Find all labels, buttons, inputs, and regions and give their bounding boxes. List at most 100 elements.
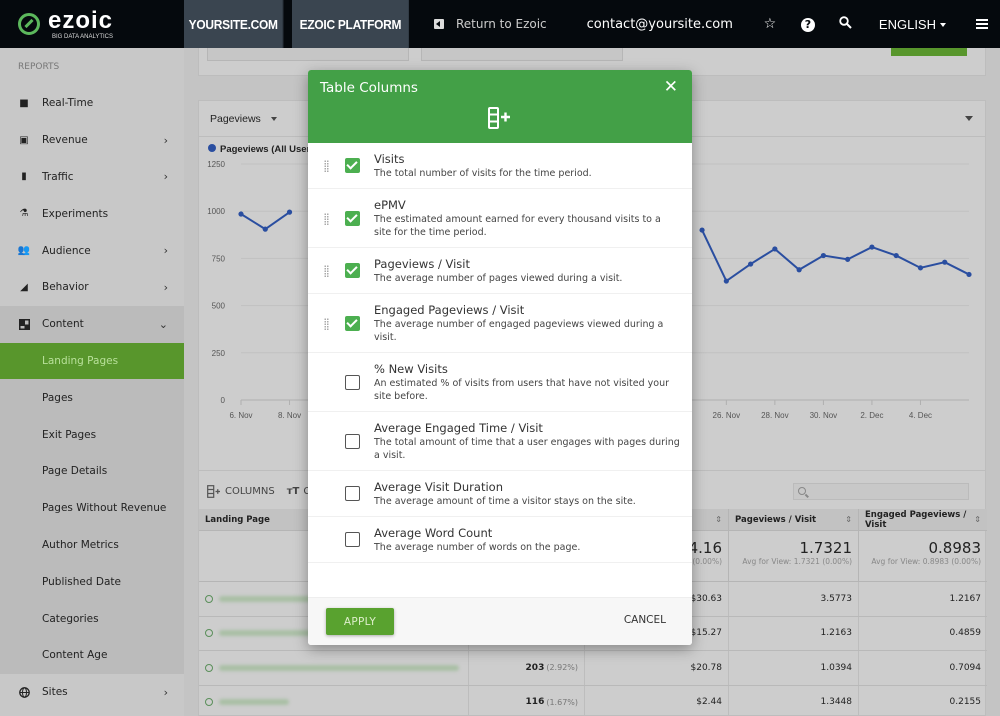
column-option-description: The total number of visits for the time …: [374, 168, 592, 179]
engaged-pageviews-visit-cell: 0.2155: [949, 697, 982, 708]
column-checkbox[interactable]: [345, 210, 360, 226]
language-dropdown[interactable]: ENGLISH: [879, 17, 946, 32]
sidebar-subitem-content-age[interactable]: Content Age: [0, 636, 184, 674]
modal-title: Table Columns: [320, 80, 418, 96]
legend-marker: [208, 144, 216, 152]
chevron-right-icon: ›: [163, 133, 168, 147]
search-button[interactable]: [827, 15, 865, 33]
sidebar-item-sites[interactable]: Sites ›: [0, 673, 184, 711]
table-row[interactable]: 116 (1.67%) $2.44 1.3448 0.2155: [199, 685, 987, 716]
filter-field-1[interactable]: [207, 48, 409, 61]
series-line: [701, 229, 970, 283]
flask-icon: ⚗: [19, 208, 29, 220]
column-checkbox[interactable]: [345, 315, 360, 331]
tab-yoursite[interactable]: YOURSITE.COM: [184, 0, 284, 48]
visits-cell: 116 (1.67%): [469, 685, 585, 716]
sidebar-item-label: Content: [42, 318, 84, 331]
data-point: [723, 278, 729, 284]
data-point: [262, 226, 268, 232]
drag-handle-icon[interactable]: [324, 160, 329, 173]
return-to-ezoic-link[interactable]: Return to Ezoic: [434, 17, 547, 31]
sidebar: REPORTS ■ Real-Time ▣ Revenue › ▮ Traffic › ⚗ Exp…: [0, 48, 184, 716]
sort-icon[interactable]: ⇕: [715, 515, 722, 524]
column-checkbox[interactable]: [345, 433, 360, 449]
logo-name: ezoic: [48, 6, 114, 34]
caret-down-icon: [940, 23, 946, 28]
text-size-icon: ᴛT: [286, 486, 300, 497]
column-checkbox[interactable]: [345, 158, 360, 173]
column-option[interactable]: Average Engaged Time / Visit The total am…: [308, 412, 692, 471]
sidebar-item-real-time[interactable]: ■ Real-Time: [0, 85, 184, 122]
sidebar-item-revenue[interactable]: ▣ Revenue ›: [0, 122, 184, 159]
column-header-engaged-pageviews-visit[interactable]: Engaged Pageviews / Visit ⇕: [859, 509, 987, 530]
sidebar-item-experiments[interactable]: ⚗ Experiments: [0, 195, 184, 232]
sidebar-subitem-categories[interactable]: Categories: [0, 600, 184, 637]
column-checkbox[interactable]: [345, 532, 360, 547]
sidebar-item-content[interactable]: Content ⌄: [0, 305, 184, 343]
sidebar-subitem-pages-without-revenue[interactable]: Pages Without Revenue: [0, 489, 184, 527]
sidebar-subitem-pages[interactable]: Pages: [0, 379, 184, 417]
sort-icon[interactable]: ⇕: [974, 515, 981, 524]
column-option[interactable]: Average Visit Duration The average amount…: [308, 471, 692, 517]
drag-handle-icon[interactable]: [324, 317, 329, 331]
column-options-list[interactable]: Visits The total number of visits for the…: [308, 143, 692, 597]
close-icon[interactable]: ✕: [664, 79, 678, 96]
table-search-input[interactable]: [793, 483, 969, 500]
column-option-description: The average number of words on the page.: [374, 542, 581, 553]
sidebar-item-behavior[interactable]: ◢ Behavior ›: [0, 269, 184, 306]
modal-footer: APPLY CANCEL: [308, 597, 692, 645]
clock-icon: [205, 698, 213, 707]
landing-page-link[interactable]: [219, 664, 459, 671]
column-header-pageviews-visit[interactable]: Pageviews / Visit ⇕: [729, 509, 859, 530]
y-tick-label: 1000: [207, 207, 225, 216]
columns-button[interactable]: COLUMNS: [207, 485, 275, 498]
list-menu-icon[interactable]: [976, 19, 988, 29]
ezoic-logo[interactable]: ezoic BIG DATA ANALYTICS: [0, 0, 184, 48]
filter-apply-button[interactable]: [891, 48, 967, 56]
visits-cell: 203 (2.92%): [469, 651, 585, 685]
apply-button[interactable]: APPLY: [326, 608, 394, 635]
data-point: [942, 259, 948, 265]
account-email[interactable]: contact@yoursite.com: [587, 17, 733, 32]
search-icon: [839, 15, 853, 29]
clock-icon: [205, 663, 213, 672]
x-tick-label: 26. Nov: [713, 411, 741, 420]
sidebar-item-label: Traffic: [42, 170, 74, 183]
sidebar-subitem-landing-pages[interactable]: Landing Pages: [0, 342, 184, 380]
help-button[interactable]: ?: [789, 16, 827, 32]
landing-page-link[interactable]: [219, 699, 289, 706]
column-option[interactable]: Average Word Count The average number of …: [308, 517, 692, 563]
column-checkbox[interactable]: [345, 263, 360, 278]
epmv-cell: $20.78: [585, 651, 729, 685]
filter-field-2[interactable]: [421, 48, 623, 61]
metric-select[interactable]: Pageviews: [210, 113, 261, 125]
column-option-name: Average Engaged Time / Visit: [374, 421, 543, 435]
column-option[interactable]: % New Visits An estimated % of visits fro…: [308, 353, 692, 412]
column-checkbox[interactable]: [345, 374, 360, 390]
star-icon[interactable]: ☆: [751, 16, 789, 32]
column-checkbox[interactable]: [345, 486, 360, 501]
sidebar-item-traffic[interactable]: ▮ Traffic ›: [0, 159, 184, 196]
chart-options-caret-icon[interactable]: [965, 116, 973, 121]
drag-handle-icon[interactable]: [324, 265, 329, 278]
cancel-button[interactable]: CANCEL: [624, 614, 666, 626]
sidebar-subitem-exit-pages[interactable]: Exit Pages: [0, 416, 184, 453]
pageviews-visit-cell: 1.2163: [729, 616, 859, 650]
column-option[interactable]: ePMV The estimated amount earned for ever…: [308, 189, 692, 248]
column-option[interactable]: Engaged Pageviews / Visit The average num…: [308, 294, 692, 353]
sidebar-subitem-page-details[interactable]: Page Details: [0, 452, 184, 490]
tab-ezoic-platform[interactable]: EZOIC PLATFORM: [292, 0, 409, 48]
sort-icon[interactable]: ⇕: [845, 515, 852, 524]
chevron-right-icon: ›: [163, 170, 168, 184]
back-arrow-icon: [434, 19, 444, 29]
column-option[interactable]: Visits The total number of visits for the…: [308, 143, 692, 189]
data-point: [238, 211, 244, 217]
pageviews-visit-cell: 1.0394: [729, 651, 859, 685]
data-point: [917, 265, 924, 271]
column-option[interactable]: Pageviews / Visit The average number of p…: [308, 248, 692, 294]
table-row[interactable]: 203 (2.92%) $20.78 1.0394 0.7094: [199, 651, 987, 686]
sidebar-subitem-published-date[interactable]: Published Date: [0, 563, 184, 601]
drag-handle-icon[interactable]: [324, 212, 329, 226]
sidebar-item-audience[interactable]: 👥 Audience ›: [0, 232, 184, 269]
sidebar-subitem-author-metrics[interactable]: Author Metrics: [0, 526, 184, 564]
